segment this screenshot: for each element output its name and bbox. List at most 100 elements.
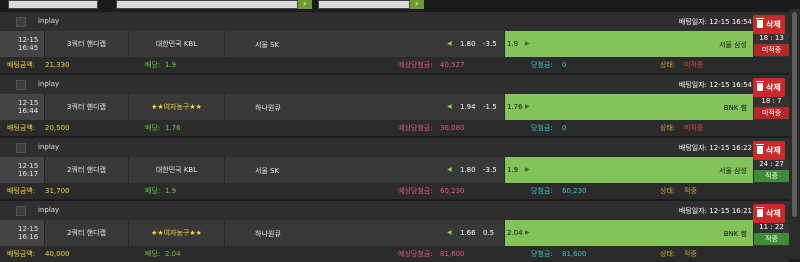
match-datetime: 12-15 16:44 (0, 94, 44, 120)
bet-card-header: inplay 배팅일자: 12-15 16:22 (0, 138, 789, 157)
home-team-cell[interactable]: 하나원큐 ◀ 1.94 -1.5 (225, 94, 504, 120)
match-date: 12-15 (18, 99, 39, 107)
status-value: 미적중 (684, 61, 704, 69)
secondary-filter-input[interactable] (318, 0, 410, 9)
match-time: 16:44 (18, 107, 39, 115)
select-checkbox[interactable] (16, 206, 26, 216)
home-odds: 1.80 (460, 166, 476, 174)
odds-value: 1.76 (165, 124, 181, 132)
delete-button[interactable]: 삭제 (753, 141, 785, 160)
score-cell: 18 : 7 미적중 (754, 94, 789, 120)
odds-value: 1.9 (165, 61, 177, 69)
home-team-name: 서울 SK (255, 167, 280, 175)
top-filter-bar: ⌕ ⌕ (0, 0, 800, 9)
scrollbar-thumb[interactable] (792, 12, 797, 217)
delete-button[interactable]: 삭제 (753, 78, 785, 97)
bet-amount-label: 배팅금액: (7, 61, 36, 69)
expected-payout-label: 예상당첨금: (398, 250, 433, 258)
status-value: 적중 (684, 187, 697, 195)
inplay-label: inplay (38, 206, 60, 214)
league-name: 대한민국 KBL (129, 157, 224, 183)
bet-amount-label: 배팅금액: (7, 250, 36, 258)
home-team-cell[interactable]: 하나원큐 ◀ 1.66 0.5 (225, 220, 504, 246)
bet-amount-label: 배팅금액: (7, 187, 36, 195)
bet-card: inplay 배팅일자: 12-15 16:21 12-15 16:16 2쿼터… (0, 201, 789, 262)
away-odds: 1.9 (507, 166, 519, 174)
odds-marker-icon: ▶ (525, 229, 530, 236)
apply-button[interactable]: ⌕ (410, 0, 424, 9)
bet-card-header: inplay 배팅일자: 12-15 16:21 (0, 201, 789, 220)
match-time: 16:17 (18, 170, 39, 178)
bet-card-header: inplay 배팅일자: 12-15 16:54 (0, 75, 789, 94)
bet-datetime: 배팅일자: 12-15 16:54 (678, 81, 752, 89)
home-team-name: 하나원큐 (255, 104, 281, 112)
away-team-cell-selected[interactable]: 1.9 ▶ 서울 삼성 (505, 157, 753, 183)
score-cell: 11 : 22 적중 (754, 220, 789, 246)
away-team-name: 서울 삼성 (719, 41, 747, 49)
game-type: 3쿼터 핸디캡 (45, 94, 128, 120)
won-amount-label: 당첨금: (531, 61, 553, 69)
status-label: 상태: (660, 61, 676, 69)
won-amount-value: 60,230 (562, 187, 587, 195)
match-datetime: 12-15 16:16 (0, 220, 44, 246)
odds-marker-icon: ◀ (447, 40, 452, 47)
home-team-cell[interactable]: 서울 SK ◀ 1.80 -3.5 (225, 31, 504, 57)
odds-marker-icon: ◀ (447, 166, 452, 173)
select-checkbox[interactable] (16, 17, 26, 27)
match-time: 16:16 (18, 233, 39, 241)
delete-label: 삭제 (766, 209, 781, 218)
match-datetime: 12-15 16:17 (0, 157, 44, 183)
home-team-name: 하나원큐 (255, 230, 281, 238)
away-odds: 2.04 (507, 229, 523, 237)
result-badge: 적중 (754, 233, 789, 245)
score-cell: 24 : 27 적중 (754, 157, 789, 183)
away-odds: 1.76 (507, 103, 523, 111)
search-button[interactable]: ⌕ (298, 0, 312, 9)
league-name: 대한민국 KBL (129, 31, 224, 57)
trash-icon (756, 18, 764, 28)
status-value: 적중 (684, 250, 697, 258)
select-checkbox[interactable] (16, 80, 26, 90)
away-team-cell-selected[interactable]: 1.76 ▶ BNK 썸 (505, 94, 753, 120)
match-datetime: 12-15 16:45 (0, 31, 44, 57)
expected-payout-label: 예상당첨금: (398, 124, 433, 132)
match-score: 11 : 22 (759, 223, 784, 231)
status-label: 상태: (660, 124, 676, 132)
trash-icon (756, 81, 764, 91)
select-checkbox[interactable] (16, 143, 26, 153)
home-odds: 1.66 (460, 229, 476, 237)
bet-summary-bar: 배팅금액: 31,700 배당: 1.9 예상당첨금: 60,230 당첨금: … (0, 183, 789, 199)
match-score: 24 : 27 (759, 160, 784, 168)
bet-card: inplay 배팅일자: 12-15 16:22 12-15 16:17 2쿼터… (0, 138, 789, 199)
odds-marker-icon: ◀ (447, 229, 452, 236)
away-team-cell-selected[interactable]: 1.9 ▶ 서울 삼성 (505, 31, 753, 57)
odds-marker-icon: ▶ (525, 40, 530, 47)
bet-datetime: 배팅일자: 12-15 16:22 (678, 144, 752, 152)
delete-button[interactable]: 삭제 (753, 15, 785, 34)
match-date: 12-15 (18, 36, 39, 44)
bet-amount-label: 배팅금액: (7, 124, 36, 132)
match-date: 12-15 (18, 225, 39, 233)
odds-label: 배당: (145, 124, 161, 132)
odds-marker-icon: ▶ (525, 166, 530, 173)
bet-amount-value: 21,330 (45, 61, 70, 69)
status-label: 상태: (660, 187, 676, 195)
expected-payout-value: 60,230 (440, 187, 465, 195)
result-badge: 미적중 (754, 44, 789, 56)
bet-card: inplay 배팅일자: 12-15 16:54 12-15 16:44 3쿼터… (0, 75, 789, 136)
away-team-cell-selected[interactable]: 2.04 ▶ BNK 썸 (505, 220, 753, 246)
league-name: ★★여자농구★★ (129, 94, 224, 120)
expected-payout-value: 36,080 (440, 124, 465, 132)
match-time: 16:45 (18, 44, 39, 52)
home-team-cell[interactable]: 서울 SK ◀ 1.80 -3.5 (225, 157, 504, 183)
delete-button[interactable]: 삭제 (753, 204, 785, 223)
away-odds: 1.9 (507, 40, 519, 48)
expected-payout-value: 81,600 (440, 250, 465, 258)
odds-label: 배당: (145, 250, 161, 258)
date-range-input[interactable] (116, 0, 298, 9)
filter-select[interactable] (8, 0, 98, 9)
delete-label: 삭제 (766, 83, 781, 92)
home-odds: 1.94 (460, 103, 476, 111)
league-name: ★★여자농구★★ (129, 220, 224, 246)
trash-icon (756, 207, 764, 217)
